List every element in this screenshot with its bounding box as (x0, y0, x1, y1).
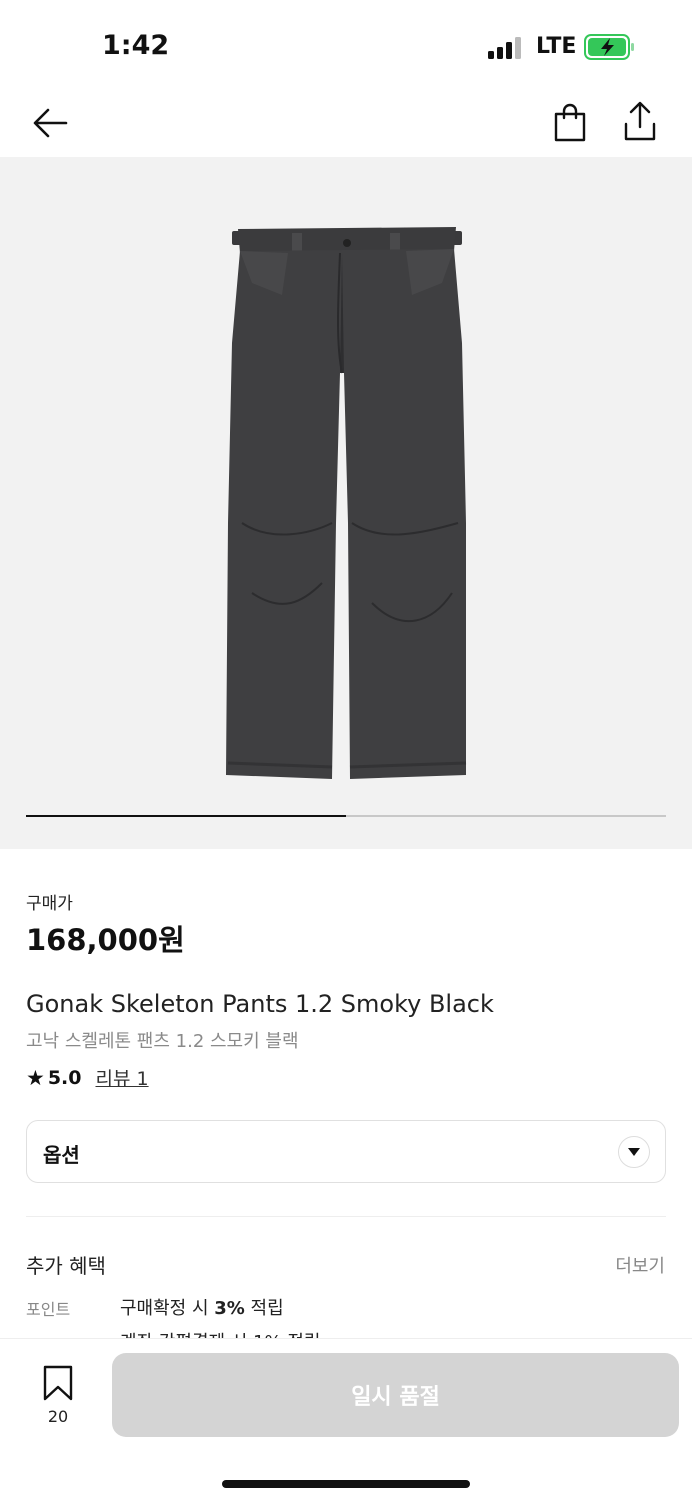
benefit-point-prefix: 구매확정 시 (120, 1298, 215, 1319)
product-price: 168,000원 (26, 923, 185, 957)
product-name-en: Gonak Skeleton Pants 1.2 Smoky Black (26, 990, 494, 1018)
section-divider (26, 1216, 666, 1217)
bookmark-icon (43, 1365, 73, 1401)
price-label: 구매가 (26, 894, 73, 914)
benefit-point-suffix: 적립 (244, 1298, 284, 1319)
bottom-action-bar: 20 일시 품절 (0, 1338, 692, 1500)
review-link[interactable]: 리뷰 1 (96, 1064, 149, 1091)
star-icon: ★ (26, 1065, 45, 1090)
signal-icon (488, 37, 521, 59)
option-select[interactable]: 옵션 (26, 1120, 666, 1183)
option-label: 옵션 (43, 1143, 80, 1167)
benefit-point-value: 구매확정 시 3% 적립 (120, 1294, 284, 1320)
bookmark-count: 20 (47, 1407, 69, 1426)
home-indicator (222, 1480, 470, 1488)
gallery-progress-fill (26, 815, 346, 817)
shopping-bag-icon[interactable] (550, 102, 590, 144)
product-name-ko: 고낙 스켈레톤 팬츠 1.2 스모키 블랙 (26, 1031, 299, 1052)
status-time: 1:42 (102, 30, 170, 61)
rating-row: ★ 5.0 리뷰 1 (26, 1064, 149, 1091)
gallery-progress-bar (26, 815, 666, 817)
network-type: LTE (536, 34, 577, 59)
benefits-title: 추가 혜택 (26, 1254, 106, 1278)
dropdown-caret-icon (618, 1136, 650, 1168)
product-image-gallery[interactable] (0, 157, 692, 849)
top-nav-bar (0, 90, 692, 156)
battery-charging-icon (584, 34, 634, 60)
benefit-point-rate: 3% (214, 1298, 245, 1319)
share-icon[interactable] (620, 100, 660, 144)
product-image-pants (226, 227, 467, 779)
sold-out-button[interactable]: 일시 품절 (112, 1353, 679, 1437)
status-bar: 1:42 LTE (0, 0, 692, 90)
bookmark-button[interactable]: 20 (38, 1363, 78, 1431)
benefits-more-link[interactable]: 더보기 (615, 1252, 665, 1278)
rating-value: 5.0 (47, 1066, 82, 1089)
benefit-point-label: 포인트 (26, 1300, 71, 1319)
back-arrow-icon[interactable] (30, 102, 72, 144)
